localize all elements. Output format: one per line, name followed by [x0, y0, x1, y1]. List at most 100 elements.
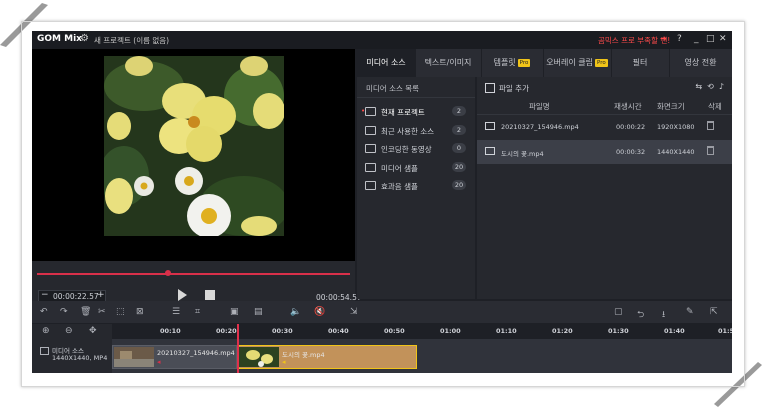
zoom-in-icon[interactable]: ⊕ — [42, 326, 50, 336]
source-item-label: 현재 프로젝트 — [381, 108, 425, 117]
film-icon — [485, 122, 495, 130]
timeline-clip-selected[interactable]: 도시의 꽃.mp4 ◂ — [237, 345, 417, 369]
video-track[interactable]: 20210327_154946.mp4 ◂ 도시의 꽃.mp4 ◂ — [112, 339, 732, 373]
timeline-clip[interactable]: 20210327_154946.mp4 ◂ — [112, 345, 237, 369]
file-list-panel: 파일 추가 ⇆ ⟲ ♪ 파일명 재생시간 화면크기 삭제 20210327_15… — [477, 77, 732, 299]
tab-transition[interactable]: 영상 전환 — [669, 49, 732, 77]
adjust-icon[interactable]: ☰ — [172, 307, 180, 317]
tab-text-image[interactable]: 텍스트/이미지 — [415, 49, 482, 77]
panel-tabs: 미디어 소스 텍스트/이미지 템플릿 Pro 오버레이 클립 Pro 필터 영상 전… — [357, 49, 732, 77]
source-item-label: 미디어 샘플 — [381, 164, 418, 173]
source-list-header: 미디어 소스 목록 — [366, 84, 420, 93]
source-item-recent[interactable]: 최근 사용한 소스 2 — [357, 124, 475, 140]
trash-icon[interactable] — [707, 121, 714, 130]
track-label: 미디어 소스 1440X1440, MP4 — [32, 339, 112, 373]
tab-filter[interactable]: 필터 — [611, 49, 670, 77]
tick-label: 01:40 — [664, 327, 685, 335]
folder-open-icon — [365, 107, 376, 116]
tab-media-source[interactable]: 미디어 소스 — [357, 49, 416, 77]
folder-icon — [365, 126, 376, 135]
app-window: GOM Mix ⚙ 새 프로젝트 (이름 없음) 곰믹스 프로 부족할 땐! ➜… — [32, 31, 732, 373]
source-item-encoded[interactable]: 인코딩한 동영상 0 — [357, 142, 475, 158]
source-item-label: 최근 사용한 소스 — [381, 127, 435, 136]
audio-muted-icon[interactable]: ◂ — [157, 358, 161, 366]
maximize-button[interactable]: □ — [706, 34, 715, 44]
image-icon[interactable]: ▣ — [230, 307, 239, 317]
play-icon[interactable] — [178, 289, 187, 301]
gear-icon[interactable]: ⚙ — [80, 33, 89, 44]
minimize-button[interactable]: _ — [694, 34, 699, 44]
film-icon — [485, 147, 495, 155]
image-icon[interactable]: ▤ — [254, 307, 263, 317]
count-badge: 20 — [452, 162, 466, 172]
tick-label: 01:30 — [608, 327, 629, 335]
clip-thumbnail — [114, 347, 154, 367]
timeline-toolbar: ↶ ↷ 🗑 ✂ ⬚ ⊠ ☰ ⌗ ▣ ▤ 🔈 🔇 ⇲ ▢ ⮌ ⭳ ✎ ⇱ — [32, 301, 732, 324]
source-item-label: 효과음 샘플 — [381, 182, 418, 191]
source-item-media-samples[interactable]: 미디어 샘플 20 — [357, 161, 475, 177]
tick-label: 00:50 — [384, 327, 405, 335]
source-item-sound-samples[interactable]: 효과음 샘플 20 — [357, 179, 475, 195]
media-source-list: 미디어 소스 목록 • 현재 프로젝트 2 최근 사용한 소스 2 인코딩한 동… — [357, 77, 475, 299]
insert-icon[interactable]: ⇲ — [350, 307, 358, 317]
playhead[interactable] — [237, 324, 239, 373]
edit-icon[interactable]: ✎ — [686, 307, 694, 317]
preview-frame-image — [104, 56, 284, 236]
count-badge: 20 — [452, 180, 466, 190]
crop-icon[interactable]: ⌗ — [195, 307, 200, 317]
export-icon[interactable]: ⇱ — [710, 307, 718, 317]
seek-handle[interactable] — [165, 270, 172, 276]
split-icon[interactable]: ⊠ — [136, 307, 144, 317]
pro-badge: Pro — [517, 58, 531, 67]
step-back-button[interactable]: − — [41, 290, 49, 300]
open-icon[interactable]: ⮌ — [637, 307, 644, 323]
time-ruler[interactable]: 00:10 00:20 00:30 00:40 00:50 01:00 01:1… — [112, 324, 732, 339]
close-button[interactable]: ✕ — [719, 34, 727, 44]
tick-label: 00:10 — [160, 327, 181, 335]
count-badge: 2 — [452, 125, 466, 135]
file-resolution: 1440X1440 — [657, 148, 695, 156]
video-track-icon — [40, 347, 49, 355]
video-preview: − 00:00:22.57 + 00:00:54.57 — [32, 49, 362, 317]
step-forward-button[interactable]: + — [97, 290, 105, 300]
volume-icon[interactable]: 🔈 — [290, 307, 301, 317]
seek-bar[interactable] — [37, 273, 350, 275]
source-item-label: 인코딩한 동영상 — [381, 145, 432, 154]
file-duration: 00:00:32 — [616, 148, 646, 156]
column-resolution[interactable]: 화면크기 — [657, 101, 685, 112]
title-bar: GOM Mix ⚙ 새 프로젝트 (이름 없음) 곰믹스 프로 부족할 땐! ➜… — [32, 31, 732, 49]
zoom-out-icon[interactable]: ⊖ — [65, 326, 73, 336]
speaker-icon[interactable]: ◂ — [282, 358, 286, 366]
stop-icon[interactable] — [205, 290, 215, 300]
column-delete: 삭제 — [708, 102, 722, 111]
new-project-icon[interactable]: ▢ — [614, 307, 623, 317]
view-options-icons[interactable]: ⇆ ⟲ ♪ — [695, 82, 724, 91]
select-icon[interactable]: ⬚ — [116, 307, 125, 317]
arrow-right-icon: ➜ — [660, 34, 667, 43]
clip-name: 20210327_154946.mp4 — [157, 349, 235, 357]
tick-label: 01:20 — [552, 327, 573, 335]
add-file-button[interactable]: 파일 추가 — [499, 83, 529, 94]
column-duration[interactable]: 재생시간 — [614, 101, 642, 112]
undo-icon[interactable]: ↶ — [40, 307, 48, 317]
delete-icon[interactable]: 🗑 — [80, 307, 91, 317]
timeline-panel: ↶ ↷ 🗑 ✂ ⬚ ⊠ ☰ ⌗ ▣ ▤ 🔈 🔇 ⇲ ▢ ⮌ ⭳ ✎ ⇱ ⊕ ⊖ … — [32, 301, 732, 373]
fit-icon[interactable]: ✥ — [89, 326, 97, 336]
trash-icon[interactable] — [707, 146, 714, 155]
save-icon[interactable]: ⭳ — [662, 307, 665, 323]
mute-icon[interactable]: 🔇 — [314, 307, 325, 317]
column-filename[interactable]: 파일명 — [529, 101, 550, 112]
tick-label: 01:10 — [496, 327, 517, 335]
file-row[interactable]: 도시의 꽃.mp4 00:00:32 1440X1440 — [477, 140, 732, 164]
tab-template[interactable]: 템플릿 Pro — [481, 49, 544, 77]
tab-overlay-clip[interactable]: 오버레이 클립 Pro — [543, 49, 612, 77]
cut-icon[interactable]: ✂ — [98, 307, 106, 317]
add-file-icon[interactable] — [485, 83, 495, 93]
help-button[interactable]: ? — [677, 34, 682, 44]
clip-name: 도시의 꽃.mp4 — [282, 351, 325, 359]
file-name: 도시의 꽃.mp4 — [501, 150, 544, 158]
file-row[interactable]: 20210327_154946.mp4 00:00:22 1920X1080 — [477, 115, 732, 139]
redo-icon[interactable]: ↷ — [60, 307, 68, 317]
source-item-current-project[interactable]: • 현재 프로젝트 2 — [357, 105, 475, 121]
divider — [357, 97, 475, 98]
